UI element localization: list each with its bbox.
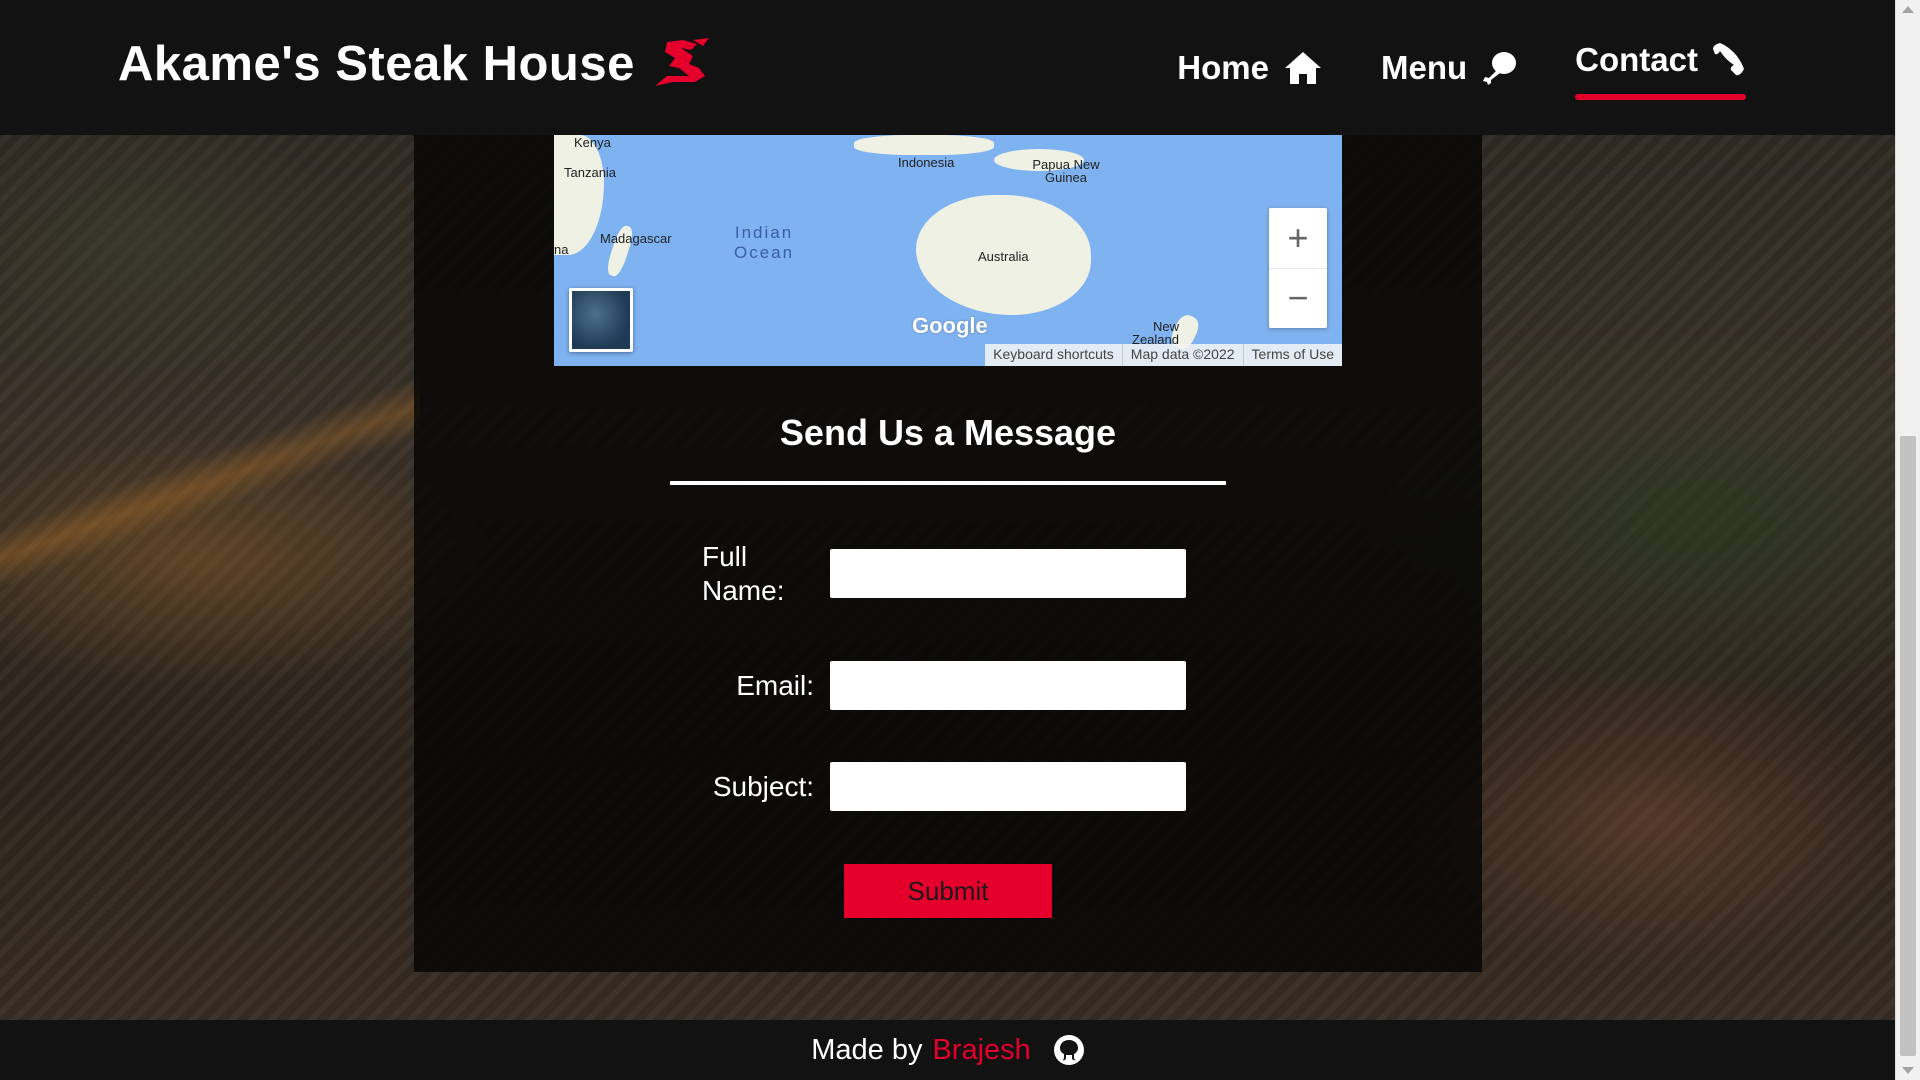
full-name-label-line2: Name:: [702, 575, 785, 606]
scroll-down-icon[interactable]: [1902, 1067, 1914, 1074]
brand-title: Akame's Steak House: [118, 37, 635, 91]
map-label-na: na: [554, 242, 569, 257]
scroll-up-icon[interactable]: [1902, 6, 1914, 13]
site-header: Akame's Steak House Home Menu Contact: [0, 0, 1896, 135]
map-land-indonesia: [854, 135, 994, 155]
map-land-africa: [554, 135, 604, 255]
map-label-australia: Australia: [978, 249, 1029, 264]
subject-label: Subject:: [712, 771, 814, 802]
zoom-controls: + −: [1269, 208, 1327, 328]
phone-icon: [1713, 43, 1744, 76]
main-nav: Home Menu Contact: [1177, 38, 1746, 100]
nav-home[interactable]: Home: [1177, 38, 1323, 98]
brand[interactable]: Akame's Steak House: [118, 36, 715, 92]
scroll-thumb[interactable]: [1900, 436, 1916, 1056]
github-icon[interactable]: [1053, 1034, 1085, 1066]
terms-of-use-link[interactable]: Terms of Use: [1242, 344, 1342, 366]
location-map[interactable]: Kenya Tanzania Madagascar na Indonesia P…: [554, 135, 1342, 366]
map-data-text: Map data ©2022: [1121, 344, 1243, 366]
made-by-text: Made by: [811, 1033, 923, 1066]
email-input[interactable]: [830, 661, 1186, 710]
full-name-label: Full Name:: [702, 540, 784, 608]
scrollbar[interactable]: [1895, 0, 1920, 1080]
nav-menu[interactable]: Menu: [1381, 38, 1517, 98]
email-label: Email:: [736, 670, 814, 701]
submit-button[interactable]: Submit: [844, 864, 1052, 918]
author-link[interactable]: Brajesh: [932, 1034, 1030, 1067]
map-type-toggle[interactable]: [569, 288, 633, 352]
form-title: Send Us a Message: [779, 412, 1117, 453]
drumstick-icon: [1483, 52, 1517, 85]
map-label-kenya: Kenya: [574, 135, 611, 150]
nav-contact[interactable]: Contact: [1575, 30, 1746, 100]
nav-menu-label: Menu: [1380, 49, 1468, 86]
subject-input[interactable]: [830, 762, 1186, 811]
map-ocean-label-line2: Ocean: [734, 243, 795, 262]
zoom-in-button[interactable]: +: [1269, 208, 1327, 269]
map-ocean-label: Indian Ocean: [734, 223, 794, 263]
keyboard-shortcuts-link[interactable]: Keyboard shortcuts: [985, 344, 1122, 366]
map-label-madagascar: Madagascar: [600, 231, 672, 246]
title-divider: [670, 481, 1226, 485]
map-label-png: Papua New Guinea: [1032, 157, 1100, 185]
google-logo: Google: [912, 313, 988, 338]
map-ocean-label-line1: Indian: [734, 223, 794, 242]
dragon-logo-icon: [654, 38, 709, 86]
full-name-label-line1: Full: [702, 541, 748, 572]
map-label-tanzania: Tanzania: [564, 165, 617, 180]
home-icon: [1284, 52, 1321, 84]
nav-home-label: Home: [1177, 49, 1269, 86]
map-label-newzealand: New Zealand: [1132, 319, 1179, 347]
map-label-indonesia: Indonesia: [898, 155, 955, 170]
map-attribution: Keyboard shortcuts Map data ©2022 Terms …: [985, 344, 1342, 366]
site-footer: Made by Brajesh: [0, 1020, 1896, 1080]
full-name-input[interactable]: [830, 549, 1186, 598]
zoom-out-button[interactable]: −: [1269, 268, 1327, 328]
nav-contact-label: Contact: [1575, 41, 1698, 78]
